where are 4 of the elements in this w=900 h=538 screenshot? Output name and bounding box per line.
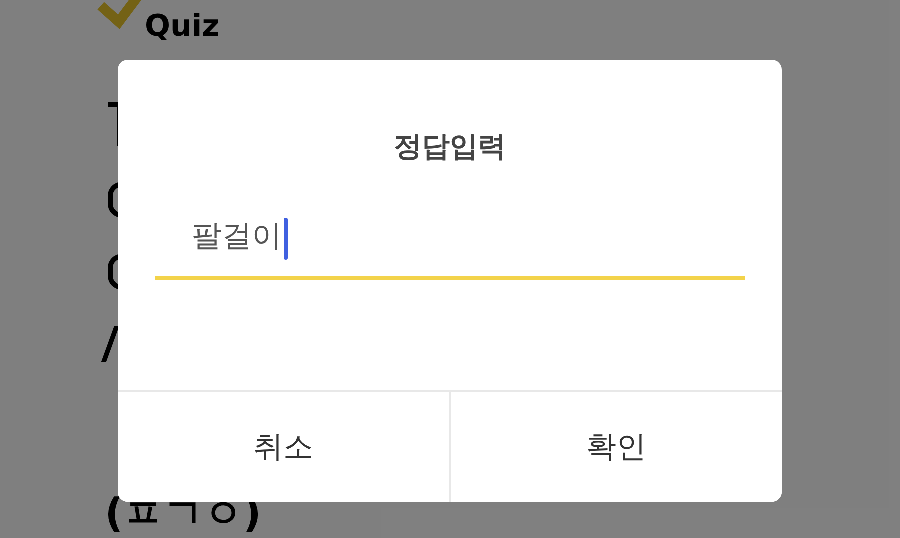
dialog-button[interactable]: 확인 bbox=[449, 392, 782, 502]
quiz-logo: Quiz bbox=[145, 12, 220, 42]
dialog-title: 정답입력 bbox=[394, 129, 506, 165]
answer-input-field[interactable]: 팔걸이 bbox=[155, 214, 745, 280]
